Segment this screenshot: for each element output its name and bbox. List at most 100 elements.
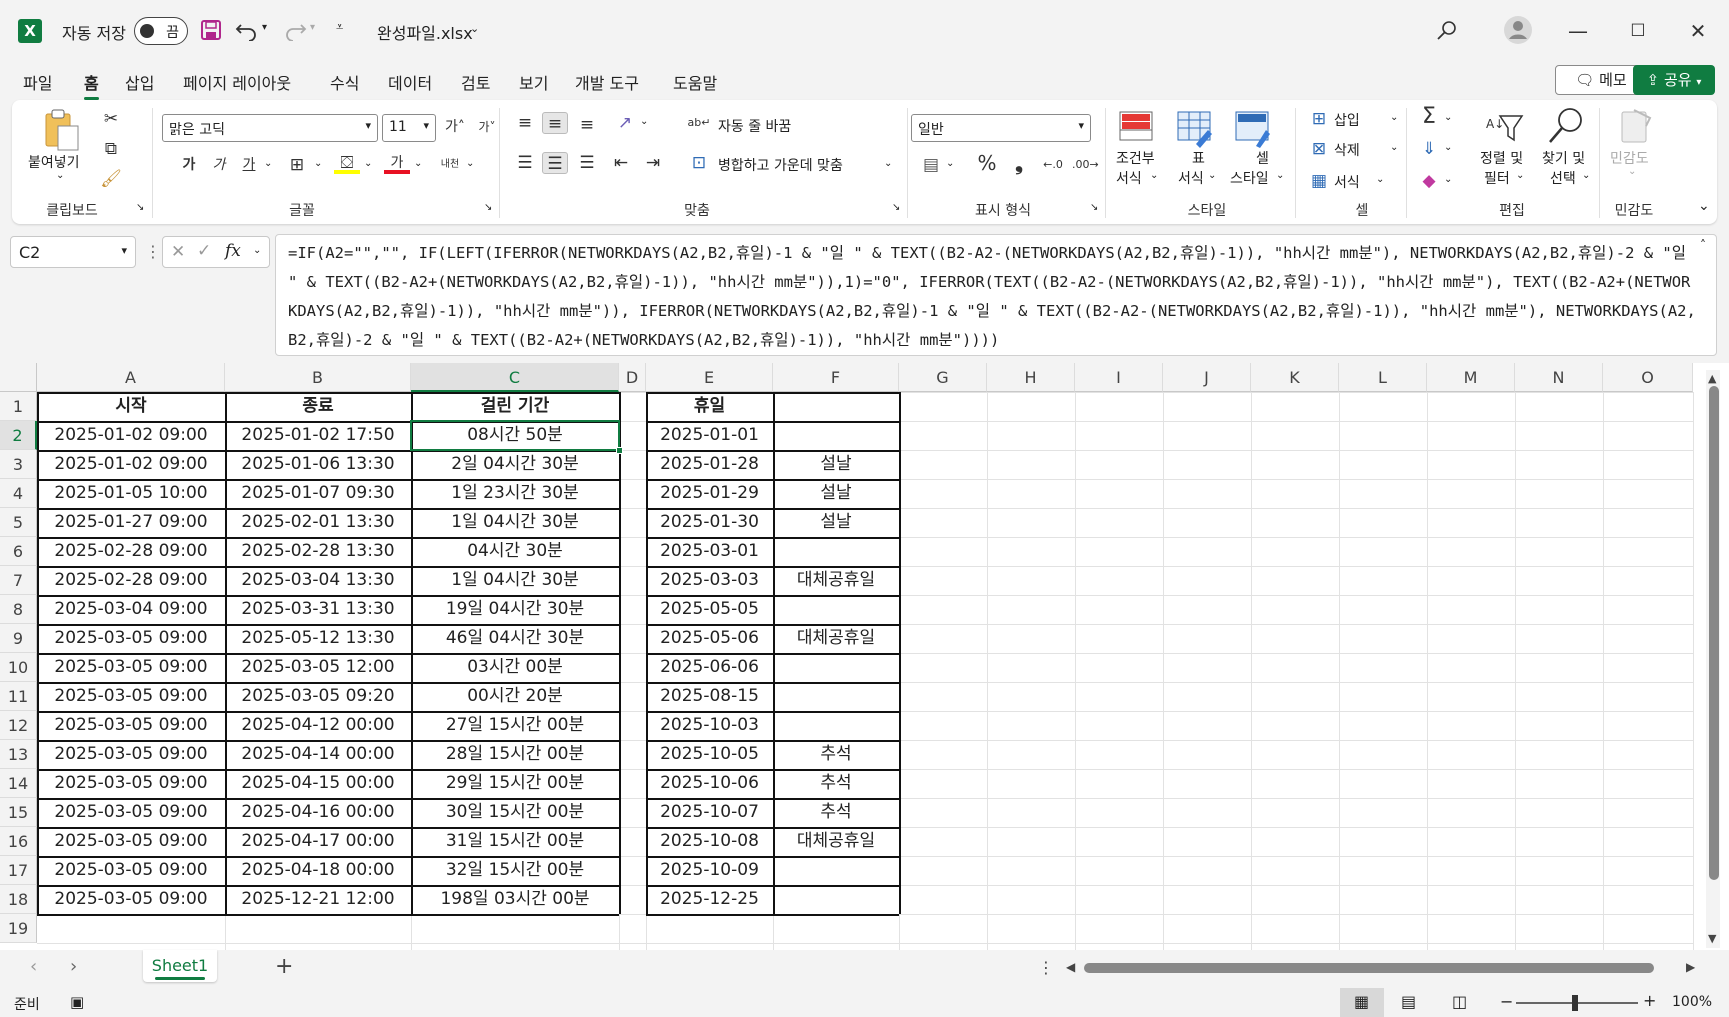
menu-review[interactable]: 검토 (461, 70, 490, 94)
find-select-line2[interactable]: 선택 (1550, 168, 1576, 188)
cell-b[interactable]: 2025-05-12 13:30 (225, 624, 411, 653)
sheet-tab-sheet1[interactable]: Sheet1 (143, 950, 217, 982)
accessibility-icon[interactable]: ▣ (70, 993, 84, 1011)
cell-e[interactable]: 2025-06-06 (646, 653, 773, 682)
scroll-down-icon[interactable]: ▼ (1708, 932, 1716, 945)
align-right-icon[interactable]: ☰ (574, 152, 600, 174)
cell-e[interactable]: 2025-05-06 (646, 624, 773, 653)
minimize-icon[interactable]: — (1560, 14, 1596, 48)
cell-c[interactable]: 19일 04시간 30분 (411, 595, 619, 624)
zoom-in-icon[interactable]: + (1643, 991, 1656, 1010)
scroll-up-icon[interactable]: ▲ (1708, 372, 1716, 385)
prev-sheet-icon[interactable]: ‹ (30, 956, 37, 977)
column-header-o[interactable]: O (1603, 363, 1693, 392)
cell-f[interactable]: 설날 (773, 479, 899, 508)
search-icon[interactable] (1436, 20, 1458, 42)
number-launcher-icon[interactable]: ↘ (1090, 202, 1098, 213)
italic-button[interactable]: 가 (206, 154, 232, 176)
merge-dropdown-icon[interactable]: ⌄ (884, 158, 892, 169)
cell-f[interactable] (773, 421, 899, 450)
insert-cells-label[interactable]: 삽입 (1334, 110, 1360, 130)
cell-c[interactable]: 198일 03시간 00분 (411, 885, 619, 914)
cell-f[interactable]: 추석 (773, 740, 899, 769)
font-launcher-icon[interactable]: ↘ (484, 202, 492, 213)
comma-style-icon[interactable]: ❟ (1006, 152, 1032, 174)
find-select-icon[interactable] (1546, 106, 1586, 146)
ribbon-collapse-icon[interactable]: ⌄ (1698, 198, 1710, 214)
cut-icon[interactable]: ✂ (98, 108, 124, 130)
row-header-6[interactable]: 6 (0, 537, 37, 566)
account-icon[interactable] (1503, 15, 1533, 45)
cell-a[interactable]: 2025-01-02 09:00 (37, 421, 225, 450)
fill-color-icon[interactable]: ⛋ (334, 152, 360, 174)
normal-view-button[interactable]: ▦ (1340, 988, 1384, 1017)
align-center-icon[interactable]: ☰ (542, 152, 568, 174)
cell-f[interactable] (773, 711, 899, 740)
maximize-icon[interactable]: ☐ (1620, 14, 1656, 48)
cell-a[interactable]: 2025-02-28 09:00 (37, 566, 225, 595)
cell-a[interactable]: 2025-01-05 10:00 (37, 479, 225, 508)
wrap-text-label[interactable]: 자동 줄 바꿈 (718, 116, 791, 136)
bold-button[interactable]: 가 (176, 154, 202, 176)
zoom-slider-thumb[interactable] (1572, 995, 1578, 1011)
cell-e[interactable]: 2025-08-15 (646, 682, 773, 711)
cell-f[interactable]: 설날 (773, 450, 899, 479)
sensitivity-icon[interactable] (1616, 106, 1656, 146)
zoom-level[interactable]: 100% (1672, 994, 1712, 1010)
paste-icon[interactable] (42, 108, 82, 152)
cell-b[interactable]: 2025-03-04 13:30 (225, 566, 411, 595)
cell-f[interactable] (773, 682, 899, 711)
page-layout-view-icon[interactable]: ▤ (1401, 992, 1416, 1011)
enter-icon[interactable]: ✓ (197, 241, 211, 261)
find-select-line1[interactable]: 찾기 및 (1542, 148, 1585, 168)
cell-a[interactable]: 2025-03-05 09:00 (37, 769, 225, 798)
autosave-toggle[interactable]: 끔 (134, 17, 188, 45)
menu-help[interactable]: 도움말 (673, 70, 717, 94)
column-header-m[interactable]: M (1427, 363, 1515, 392)
column-header-d[interactable]: D (619, 363, 646, 392)
sort-filter-line2[interactable]: 필터 (1484, 168, 1510, 188)
align-middle-icon[interactable]: ≡ (542, 112, 568, 134)
column-header-i[interactable]: I (1075, 363, 1163, 392)
clear-icon[interactable]: ◆ (1416, 170, 1442, 192)
column-header-l[interactable]: L (1339, 363, 1427, 392)
name-box[interactable]: C2 ▾ (10, 236, 136, 268)
row-header-3[interactable]: 3 (0, 450, 37, 479)
row-header-2[interactable]: 2 (0, 421, 37, 450)
cell-f[interactable] (773, 885, 899, 914)
conditional-format-line2[interactable]: 서식 (1116, 168, 1142, 188)
cell-f[interactable]: 대체공휴일 (773, 566, 899, 595)
sort-dropdown-icon[interactable]: ⌄ (1516, 170, 1524, 181)
cell-b[interactable]: 2025-04-15 00:00 (225, 769, 411, 798)
cell-c[interactable]: 2일 04시간 30분 (411, 450, 619, 479)
row-header-16[interactable]: 16 (0, 827, 37, 856)
align-left-icon[interactable]: ☰ (512, 152, 538, 174)
row-header-1[interactable]: 1 (0, 392, 37, 421)
cell-e[interactable]: 2025-03-01 (646, 537, 773, 566)
merge-center-icon[interactable]: ⊡ (686, 152, 712, 174)
cell-a[interactable]: 2025-03-05 09:00 (37, 711, 225, 740)
cell-f[interactable] (773, 653, 899, 682)
cell-styles-icon[interactable] (1232, 108, 1272, 148)
filename-chevron-icon[interactable]: ⌄ (470, 22, 479, 35)
cell-e[interactable]: 2025-01-28 (646, 450, 773, 479)
row-header-18[interactable]: 18 (0, 885, 37, 914)
column-header-g[interactable]: G (899, 363, 987, 392)
cell-c[interactable]: 28일 15시간 00분 (411, 740, 619, 769)
autosum-dropdown-icon[interactable]: ⌄ (1444, 112, 1452, 123)
row-header-5[interactable]: 5 (0, 508, 37, 537)
cell-a[interactable]: 2025-03-05 09:00 (37, 827, 225, 856)
vertical-scrollbar-thumb[interactable] (1709, 386, 1719, 880)
font-size-select[interactable]: 11 ▾ (382, 114, 436, 142)
column-header-e[interactable]: E (646, 363, 773, 392)
row-header-8[interactable]: 8 (0, 595, 37, 624)
column-header-k[interactable]: K (1251, 363, 1339, 392)
cell-styles-line1[interactable]: 셀 (1256, 148, 1269, 168)
cell-f[interactable] (773, 537, 899, 566)
menu-view[interactable]: 보기 (519, 70, 548, 94)
row-header-19[interactable]: 19 (0, 914, 37, 943)
cell-a[interactable]: 2025-03-04 09:00 (37, 595, 225, 624)
accounting-dropdown-icon[interactable]: ⌄ (946, 158, 954, 169)
row-header-14[interactable]: 14 (0, 769, 37, 798)
orientation-icon[interactable]: ↗ (612, 112, 638, 134)
